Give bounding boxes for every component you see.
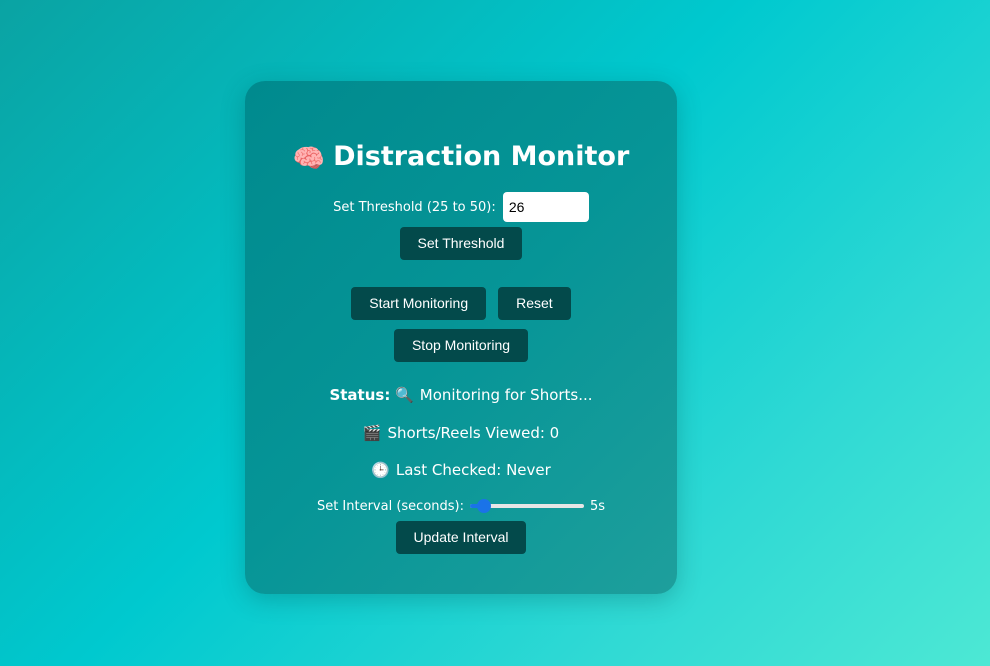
viewed-count-line: 🎬 Shorts/Reels Viewed: 0 <box>245 423 677 443</box>
threshold-label: Set Threshold (25 to 50): <box>333 200 496 215</box>
brain-icon: 🧠 <box>292 144 326 174</box>
status-text: Monitoring for Shorts... <box>419 386 593 404</box>
interval-value: 5s <box>590 499 606 514</box>
status-line: Status: 🔍 Monitoring for Shorts... <box>245 385 677 405</box>
status-label: Status: <box>329 386 391 404</box>
clock-icon: 🕒 <box>371 461 390 479</box>
interval-label: Set Interval (seconds): <box>316 499 464 514</box>
page-title: 🧠 Distraction Monitor <box>245 139 677 177</box>
last-checked-line: 🕒 Last Checked: Never <box>245 460 677 480</box>
slider-thumb[interactable] <box>476 498 491 513</box>
set-threshold-row: Set Threshold <box>245 227 677 260</box>
interval-row: Set Interval (seconds): 5s <box>245 495 677 515</box>
interval-slider[interactable] <box>470 498 584 514</box>
magnifier-icon: 🔍 <box>395 386 414 404</box>
viewed-count-text: Shorts/Reels Viewed: 0 <box>387 424 560 442</box>
threshold-input[interactable] <box>502 191 589 222</box>
update-interval-row: Update Interval <box>245 521 677 554</box>
set-threshold-button[interactable]: Set Threshold <box>399 227 523 260</box>
last-checked-text: Last Checked: Never <box>395 461 551 479</box>
clapperboard-icon: 🎬 <box>362 424 382 442</box>
page-title-text: Distraction Monitor <box>333 141 630 172</box>
stop-monitoring-button[interactable]: Stop Monitoring <box>393 329 529 362</box>
start-monitoring-button[interactable]: Start Monitoring <box>351 287 487 320</box>
threshold-row: Set Threshold (25 to 50): <box>245 191 677 222</box>
update-interval-button[interactable]: Update Interval <box>395 521 527 554</box>
monitor-card: 🧠 Distraction Monitor Set Threshold (25 t… <box>245 81 677 594</box>
stop-row: Stop Monitoring <box>245 329 677 362</box>
reset-button[interactable]: Reset <box>498 287 571 320</box>
monitor-controls: Start Monitoring Reset <box>245 287 677 320</box>
